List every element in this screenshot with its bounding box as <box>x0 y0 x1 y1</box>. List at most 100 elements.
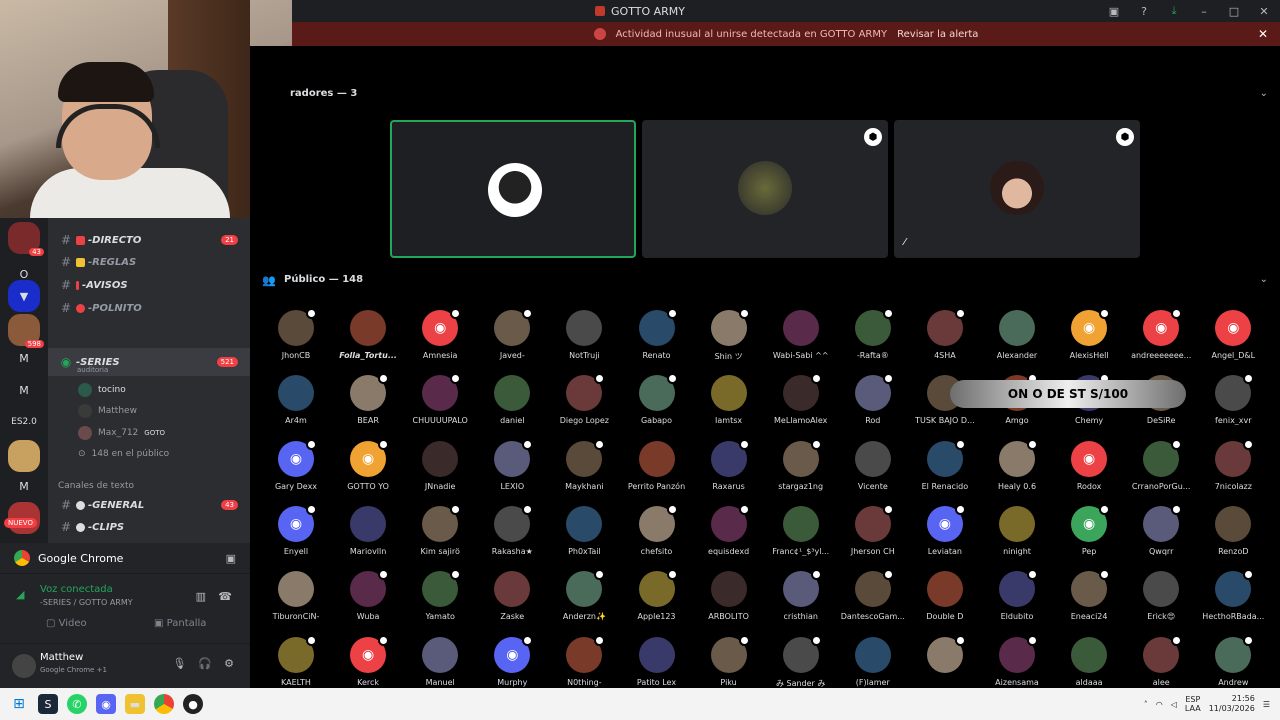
volume-icon[interactable]: ◁ <box>1171 700 1177 709</box>
voice-user[interactable]: Matthew <box>78 401 137 421</box>
audience-member[interactable]: ◉ GOTTO YO <box>332 438 404 501</box>
audience-member[interactable]: ninight <box>981 505 1053 566</box>
audience-member[interactable]: ◉ Rodox <box>1053 440 1125 501</box>
audience-member[interactable]: ◉ Leviatan <box>909 503 981 566</box>
server-icon[interactable]: M <box>8 374 40 406</box>
wifi-icon[interactable]: ◠ <box>1156 700 1163 709</box>
audience-member[interactable]: El Renacido <box>909 438 981 501</box>
audience-member[interactable]: Rod <box>837 373 909 435</box>
server-icon[interactable]: ▼ <box>8 280 40 312</box>
alert-close-icon[interactable]: ✕ <box>1258 27 1268 41</box>
audience-member[interactable]: ◉ Enyell <box>260 503 332 566</box>
minimize-icon[interactable]: – <box>1196 5 1212 18</box>
speaker-tile[interactable] <box>390 120 636 258</box>
audience-member[interactable]: daniel <box>476 375 548 435</box>
audience-member[interactable]: Eldubito <box>981 569 1053 631</box>
audience-member[interactable]: Franc¢¹_$³yl... <box>765 505 837 566</box>
audience-member[interactable]: JNnadie <box>404 440 476 501</box>
channel-avisos[interactable]: # -AVISOS <box>48 275 250 295</box>
audience-member[interactable]: equisdexd <box>693 503 765 566</box>
audience-member[interactable]: Andrew <box>1197 634 1269 689</box>
chrome-icon[interactable] <box>154 694 174 714</box>
audience-member[interactable]: Raxarus <box>693 438 765 501</box>
audience-member[interactable]: fenix_xvr <box>1197 373 1269 435</box>
audience-member[interactable]: N0thing- <box>548 634 620 689</box>
audience-member[interactable]: MeLlamoAlex <box>765 373 837 435</box>
audience-member[interactable]: TiburonCiN- <box>260 571 332 631</box>
avatar[interactable] <box>12 654 36 678</box>
audience-member[interactable]: Mariovlln <box>332 505 404 566</box>
speaker-tile[interactable]: ⬢ ⁄ <box>894 120 1140 258</box>
voice-user[interactable]: Max_712 GOTO <box>78 423 165 443</box>
audience-member[interactable]: Javed- <box>476 308 548 370</box>
voice-location[interactable]: -SERIES / GOTTO ARMY <box>40 598 133 607</box>
audience-member[interactable]: Iamtsx <box>693 375 765 435</box>
audience-member[interactable]: Kim sajirö <box>404 503 476 566</box>
audience-member[interactable]: Patito Lex <box>621 636 693 689</box>
discord-icon[interactable]: ◉ <box>96 694 116 714</box>
audience-member[interactable]: ◉ andreeeeeee... <box>1125 308 1197 370</box>
audience-member[interactable]: み Sander み <box>765 634 837 689</box>
channel-directo[interactable]: # -DIRECTO 21 <box>48 230 250 250</box>
audience-member[interactable]: NotTruji <box>548 310 620 370</box>
maximize-icon[interactable]: □ <box>1226 5 1242 18</box>
download-icon[interactable]: ⤓ <box>1166 4 1182 18</box>
audience-member[interactable]: Erick😍 <box>1125 571 1197 631</box>
noise-suppression-icon[interactable]: ▥ <box>196 590 206 603</box>
server-icon[interactable]: ES2.0 <box>8 406 40 438</box>
audience-member[interactable]: Maykhani <box>548 438 620 501</box>
server-icon[interactable]: M <box>8 470 40 502</box>
audience-member[interactable]: Yamato <box>404 569 476 631</box>
channel-reglas[interactable]: # -REGLAS <box>48 252 250 272</box>
audience-member[interactable]: BEAR <box>332 373 404 435</box>
audience-member[interactable]: Qwqrr <box>1125 503 1197 566</box>
audience-member[interactable]: -Rafta® <box>837 308 909 370</box>
audience-member[interactable]: chefsito <box>621 503 693 566</box>
audience-member[interactable]: Diego Lopez <box>548 373 620 435</box>
audience-count[interactable]: ⊙ 148 en el público <box>78 444 169 464</box>
settings-icon[interactable]: ⚙ <box>224 657 234 670</box>
audience-member[interactable]: Apple123 <box>621 569 693 631</box>
tray-chevron-icon[interactable]: ˄ <box>1144 700 1148 709</box>
audience-member[interactable]: Perrito Panzón <box>621 440 693 501</box>
share-icon[interactable]: ▣ <box>226 552 236 565</box>
audience-member[interactable]: Wabi-Sabi ^^ <box>765 310 837 370</box>
audience-member[interactable]: ◉ Amnesia <box>404 308 476 370</box>
audience-member[interactable]: Folla_Tortu... <box>332 310 404 370</box>
server-icon[interactable]: M <box>8 342 40 374</box>
steam-icon[interactable]: S <box>38 694 58 714</box>
server-icon[interactable]: 43 <box>8 222 44 256</box>
audience-member[interactable]: Alexander <box>981 310 1053 370</box>
audience-member[interactable]: Shin ツ <box>693 308 765 370</box>
audience-member[interactable]: Ar4m <box>260 375 332 435</box>
audience-member[interactable]: Double D <box>909 571 981 631</box>
audience-member[interactable]: Ph0xTail <box>548 505 620 566</box>
help-icon[interactable]: ? <box>1136 5 1152 18</box>
notification-icon[interactable]: ☰ <box>1263 700 1270 709</box>
disconnect-icon[interactable]: ☎ <box>218 590 232 603</box>
server-icon[interactable] <box>8 440 40 472</box>
audience-member[interactable] <box>909 634 981 689</box>
audience-member[interactable]: Aizensama <box>981 634 1053 689</box>
audience-member[interactable]: KAELTH <box>260 634 332 689</box>
audience-member[interactable]: Anderzn✨ <box>548 569 620 631</box>
audience-member[interactable]: HecthoRBada... <box>1197 569 1269 631</box>
chevron-down-icon[interactable]: ⌄ <box>1260 88 1268 99</box>
audience-member[interactable]: 7nicolazz <box>1197 438 1269 501</box>
inbox-icon[interactable]: ▣ <box>1106 5 1122 18</box>
audience-member[interactable]: Gabapo <box>621 373 693 435</box>
audience-member[interactable]: Eneaci24 <box>1053 569 1125 631</box>
audience-member[interactable]: ◉ Murphy <box>476 634 548 689</box>
category-header[interactable]: Canales de texto <box>58 481 134 491</box>
audience-member[interactable]: Renato <box>621 308 693 370</box>
audience-member[interactable]: ◉ AlexisHell <box>1053 308 1125 370</box>
speaker-tile[interactable]: ⬢ <box>642 120 888 258</box>
audience-member[interactable]: Manuel <box>404 636 476 689</box>
microphone-icon[interactable]: 🎙 <box>172 657 186 670</box>
screen-button[interactable]: ▣ Pantalla <box>154 618 206 629</box>
video-button[interactable]: ▢ Video <box>46 618 87 629</box>
audience-member[interactable]: RenzoD <box>1197 505 1269 566</box>
chevron-down-icon[interactable]: ⌄ <box>1260 274 1268 285</box>
audience-member[interactable]: JhonCB <box>260 308 332 370</box>
file-explorer-icon[interactable]: ▬ <box>125 694 145 714</box>
